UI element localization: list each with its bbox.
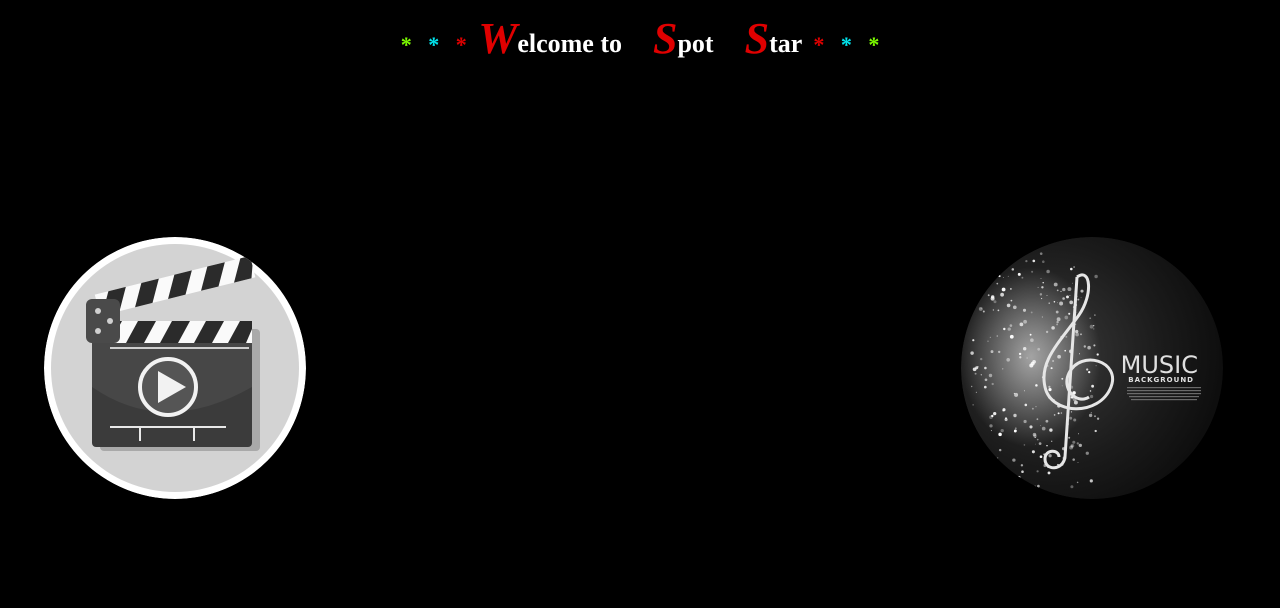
title-initial-s: S bbox=[744, 14, 770, 63]
decorative-star: * bbox=[428, 32, 440, 57]
decorative-star: * bbox=[455, 32, 467, 57]
music-background-image: MUSIC BACKGROUND bbox=[961, 237, 1223, 499]
decorative-star: * bbox=[868, 32, 880, 57]
music-link[interactable]: MUSIC BACKGROUND bbox=[961, 237, 1223, 499]
title-word-tar: tar bbox=[769, 29, 802, 58]
music-heading: MUSIC bbox=[1121, 351, 1198, 379]
title-word-welcome: elcome to bbox=[517, 29, 622, 58]
title-initial-s: S bbox=[652, 14, 678, 63]
page-title: * * * Welcome to Spot Star * * * bbox=[0, 14, 1280, 70]
title-initial-w: W bbox=[478, 14, 518, 63]
title-word-pot: pot bbox=[677, 29, 714, 58]
clapperboard-play-icon bbox=[44, 237, 306, 499]
decorative-star: * bbox=[840, 32, 852, 57]
decorative-star: * bbox=[813, 32, 825, 57]
music-subheading: BACKGROUND bbox=[1128, 376, 1194, 384]
decorative-star: * bbox=[400, 32, 412, 57]
video-link[interactable] bbox=[44, 237, 306, 499]
